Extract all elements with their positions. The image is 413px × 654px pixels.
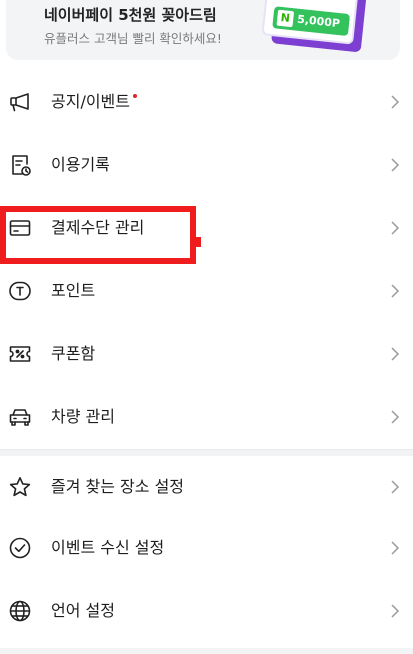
- menu-item-label: 차량 관리: [51, 407, 115, 426]
- menu-item-label: 쿠폰함: [51, 344, 96, 363]
- menu-item-vehicle[interactable]: 차량 관리: [0, 386, 413, 449]
- check-circle-icon: [8, 536, 32, 560]
- chevron-right-icon: [390, 284, 400, 298]
- car-icon: [8, 405, 32, 429]
- menu-item-usage-history[interactable]: 이용기록: [0, 134, 413, 197]
- menu-list: 공지/이벤트 이용기록 결제수단 관리 포인트 쿠폰함 차량 관리 즐겨 찾는 …: [0, 71, 413, 643]
- menu-item-label: 언어 설정: [51, 601, 115, 620]
- menu-item-notice-event[interactable]: 공지/이벤트: [0, 71, 413, 134]
- chevron-right-icon: [390, 410, 400, 424]
- megaphone-icon: [8, 90, 32, 114]
- chevron-right-icon: [390, 604, 400, 618]
- chevron-right-icon: [390, 347, 400, 361]
- history-receipt-icon: [8, 153, 32, 177]
- menu-item-label: 이벤트 수신 설정: [51, 538, 165, 557]
- banner-title: 네이버페이 5천원 꽂아드림: [44, 6, 217, 24]
- globe-icon: [8, 599, 32, 623]
- menu-item-points[interactable]: 포인트: [0, 260, 413, 323]
- menu-item-event-notifications[interactable]: 이벤트 수신 설정: [0, 517, 413, 580]
- promo-banner[interactable]: 네이버페이 5천원 꽂아드림 유플러스 고객님 빨리 확인하세요! N 5,00…: [6, 0, 400, 60]
- coupon-icon: [8, 342, 32, 366]
- chevron-right-icon: [390, 221, 400, 235]
- star-icon: [8, 475, 32, 499]
- menu-item-label: 공지/이벤트: [51, 91, 137, 113]
- menu-item-favorite-places[interactable]: 즐겨 찾는 장소 설정: [0, 456, 413, 517]
- menu-item-coupons[interactable]: 쿠폰함: [0, 323, 413, 386]
- menu-item-label: 이용기록: [51, 155, 110, 174]
- chevron-right-icon: [390, 95, 400, 109]
- bottom-divider: [0, 648, 413, 654]
- highlight-box: [0, 206, 196, 264]
- banner-subtitle: 유플러스 고객님 빨리 확인하세요!: [44, 31, 222, 46]
- voucher-strip: N 5,000P: [272, 6, 351, 37]
- chevron-right-icon: [390, 158, 400, 172]
- menu-item-language[interactable]: 언어 설정: [0, 580, 413, 643]
- section-divider: [0, 449, 413, 456]
- new-badge: [133, 94, 137, 98]
- voucher-amount: 5,000P: [296, 12, 341, 31]
- voucher-illustration: N 5,000P: [261, 0, 367, 53]
- menu-item-label: 포인트: [51, 281, 96, 300]
- naver-logo-icon: N: [276, 9, 295, 28]
- highlight-tab: [194, 237, 201, 247]
- chevron-right-icon: [390, 541, 400, 555]
- point-coin-icon: [8, 279, 32, 303]
- chevron-right-icon: [390, 480, 400, 494]
- menu-item-label: 즐겨 찾는 장소 설정: [51, 477, 185, 496]
